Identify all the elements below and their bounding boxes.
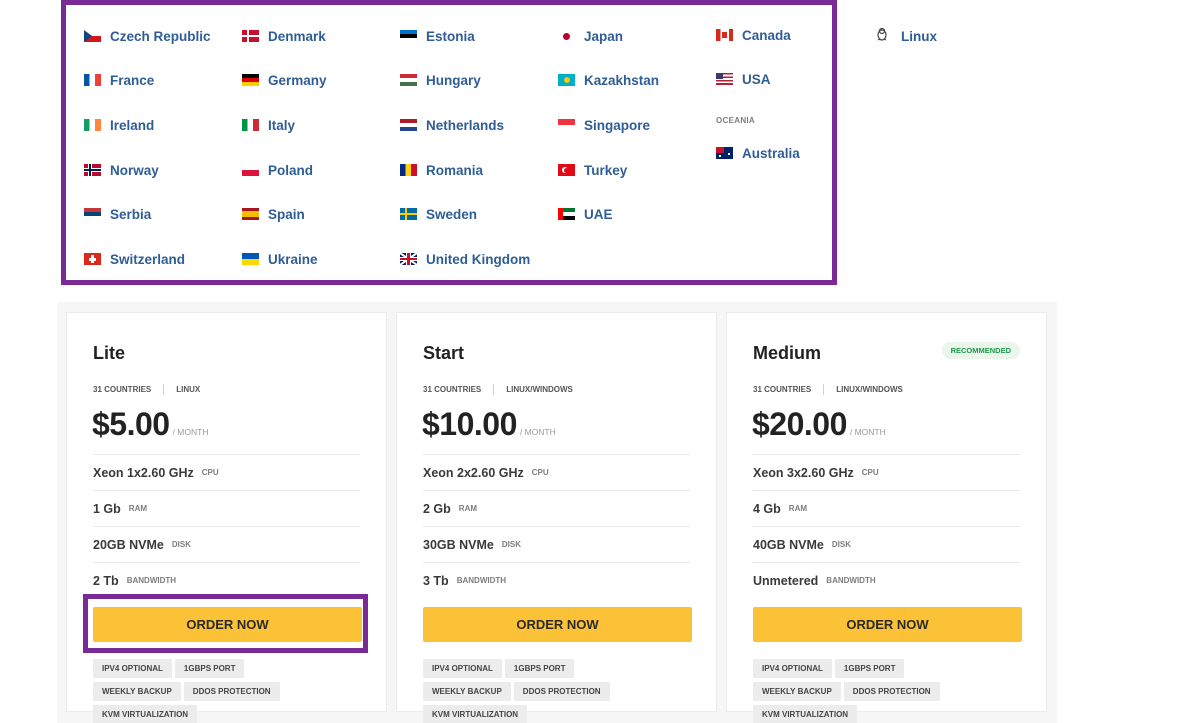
plan-countries: 31 COUNTRIES [93,385,152,394]
plan-meta: 31 COUNTRIES LINUX/WINDOWS [753,384,903,395]
spec-ram: 2 Gb RAM [423,490,690,526]
spec-value: 30GB NVMe [423,537,494,552]
feature-tags: IPV4 OPTIONAL 1GBPS PORT WEEKLY BACKUP D… [753,659,993,723]
feature-tag: DDOS PROTECTION [513,682,610,701]
spec-unit: BANDWIDTH [456,576,507,585]
price-row: $10.00 / MONTH [422,406,556,443]
spec-bandwidth: 2 Tb BANDWIDTH [93,562,360,598]
feature-tag: WEEKLY BACKUP [93,682,181,701]
order-now-button[interactable]: ORDER NOW [753,607,1022,642]
spec-ram: 4 Gb RAM [753,490,1020,526]
feature-tag: DDOS PROTECTION [843,682,940,701]
spec-unit: CPU [201,468,219,477]
feature-tags: IPV4 OPTIONAL 1GBPS PORT WEEKLY BACKUP D… [423,659,663,723]
spec-value: 20GB NVMe [93,537,164,552]
feature-tag: 1GBPS PORT [834,659,905,678]
spec-disk: 40GB NVMe DISK [753,526,1020,562]
spec-unit: RAM [788,504,808,513]
plan-meta: 31 COUNTRIES LINUX/WINDOWS [423,384,573,395]
meta-divider [493,384,495,395]
plan-price: $5.00 [92,406,170,442]
plan-price: $20.00 [752,406,847,442]
price-period: / MONTH [849,427,886,437]
spec-unit: DISK [171,540,191,549]
price-row: $5.00 / MONTH [92,406,208,443]
plan-name: Start [423,343,465,363]
plan-countries: 31 COUNTRIES [753,385,812,394]
feature-tag: WEEKLY BACKUP [753,682,841,701]
plan-countries: 31 COUNTRIES [423,385,482,394]
feature-tag: IPV4 OPTIONAL [93,659,172,678]
spec-value: 2 Gb [423,501,451,516]
order-now-button[interactable]: ORDER NOW [423,607,692,642]
feature-tag: KVM VIRTUALIZATION [423,705,528,723]
plan-os: LINUX/WINDOWS [506,385,573,394]
feature-tag: IPV4 OPTIONAL [753,659,832,678]
spec-value: Xeon 1x2.60 GHz [93,465,194,480]
plan-meta: 31 COUNTRIES LINUX [93,384,200,395]
spec-unit: BANDWIDTH [126,576,177,585]
plan-name: Lite [93,343,126,363]
spec-ram: 1 Gb RAM [93,490,360,526]
spec-unit: RAM [458,504,478,513]
linux-penguin-icon [875,27,889,46]
os-linux[interactable]: Linux [875,26,937,46]
feature-tag: KVM VIRTUALIZATION [93,705,198,723]
plan-os: LINUX [176,385,201,394]
order-button-highlight-frame [83,594,368,653]
spec-value: 2 Tb [93,573,119,588]
spec-value: 4 Gb [753,501,781,516]
feature-tag: KVM VIRTUALIZATION [753,705,858,723]
price-row: $20.00 / MONTH [752,406,886,443]
spec-unit: DISK [831,540,851,549]
spec-value: Unmetered [753,573,819,588]
spec-disk: 30GB NVMe DISK [423,526,690,562]
recommended-badge: RECOMMENDED [941,342,1020,359]
locations-highlight-frame [61,0,837,285]
feature-tag: 1GBPS PORT [174,659,245,678]
spec-value: Xeon 2x2.60 GHz [423,465,524,480]
plan-card-start: Start 31 COUNTRIES LINUX/WINDOWS $10.00 … [396,312,717,723]
os-name: Linux [901,28,937,44]
plan-card-medium: Medium RECOMMENDED 31 COUNTRIES LINUX/WI… [726,312,1047,723]
spec-unit: CPU [861,468,879,477]
spec-unit: DISK [501,540,521,549]
spec-cpu: Xeon 3x2.60 GHz CPU [753,454,1020,490]
spec-disk: 20GB NVMe DISK [93,526,360,562]
feature-tag: DDOS PROTECTION [183,682,280,701]
spec-unit: CPU [531,468,549,477]
plan-price: $10.00 [422,406,517,442]
price-period: / MONTH [519,427,556,437]
feature-tag: 1GBPS PORT [504,659,575,678]
feature-tags: IPV4 OPTIONAL 1GBPS PORT WEEKLY BACKUP D… [93,659,333,723]
spec-bandwidth: Unmetered BANDWIDTH [753,562,1020,598]
meta-divider [823,384,825,395]
spec-unit: BANDWIDTH [826,576,876,585]
feature-tag: WEEKLY BACKUP [423,682,511,701]
plan-name: Medium [753,343,822,363]
spec-value: Xeon 3x2.60 GHz [753,465,854,480]
spec-value: 40GB NVMe [753,537,824,552]
spec-unit: RAM [128,504,148,513]
spec-bandwidth: 3 Tb BANDWIDTH [423,562,690,598]
feature-tag: IPV4 OPTIONAL [423,659,502,678]
spec-value: 3 Tb [423,573,449,588]
spec-cpu: Xeon 1x2.60 GHz CPU [93,454,360,490]
meta-divider [163,384,165,395]
plan-os: LINUX/WINDOWS [836,385,903,394]
spec-cpu: Xeon 2x2.60 GHz CPU [423,454,690,490]
price-period: / MONTH [172,427,209,437]
spec-value: 1 Gb [93,501,121,516]
